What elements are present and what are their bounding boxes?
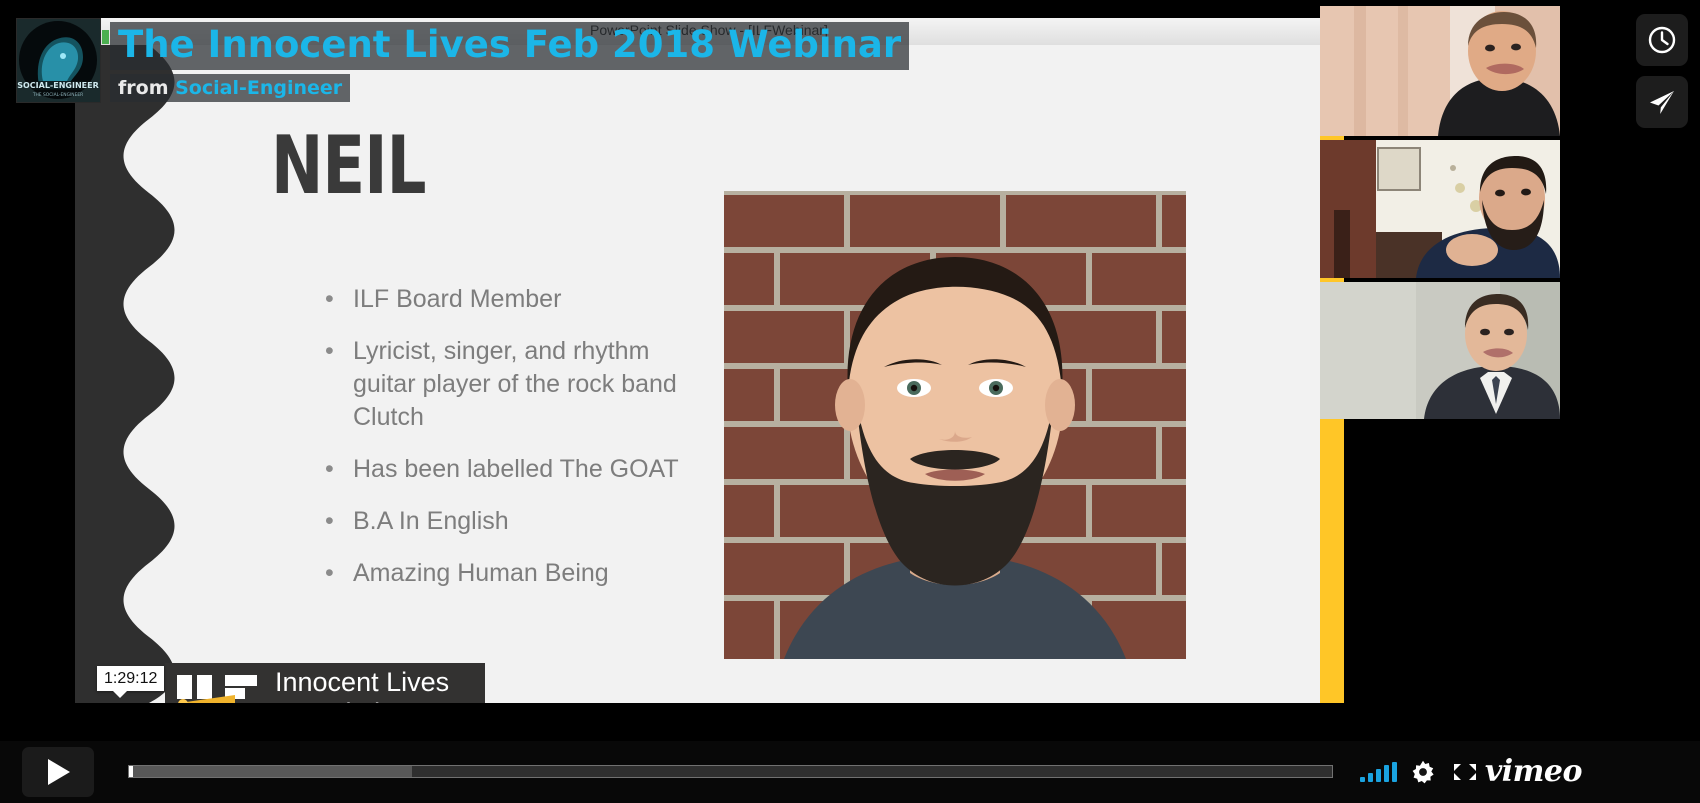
- gear-icon: [1412, 760, 1434, 784]
- list-item: • B.A In English: [325, 505, 705, 538]
- bullet-marker-icon: •: [325, 455, 334, 483]
- volume-bars-icon: [1360, 762, 1400, 782]
- ilf-mark-icon: [175, 673, 267, 703]
- play-icon: [48, 759, 70, 785]
- paper-plane-icon: [1650, 91, 1674, 114]
- progress-loaded: [129, 766, 412, 777]
- presentation-slide: NEIL • ILF Board Member • Lyricist, sing…: [75, 45, 1400, 703]
- fullscreen-button[interactable]: [1452, 741, 1478, 803]
- list-item: • ILF Board Member: [325, 283, 705, 316]
- innocent-lives-foundation-logo: Innocent Lives Foundation: [165, 663, 485, 703]
- scrubber-time-tooltip: 1:29:12: [97, 666, 165, 698]
- list-item: • Lyricist, singer, and rhythm guitar pl…: [325, 335, 705, 434]
- powerpoint-titlebar: PowerPoint Slide Show - [ILFWebinar]: [75, 18, 1400, 46]
- participant-tile-2: [1320, 140, 1560, 278]
- progress-scrubber[interactable]: [128, 765, 1333, 778]
- bullet-marker-icon: •: [325, 337, 334, 365]
- progress-played: [129, 766, 134, 777]
- bullet-marker-icon: •: [325, 285, 334, 313]
- powerpoint-window-title: PowerPoint Slide Show - [ILFWebinar]: [590, 22, 828, 38]
- bullet-marker-icon: •: [325, 559, 334, 587]
- vimeo-logo[interactable]: vimeo: [1485, 741, 1583, 803]
- watch-later-button[interactable]: [1636, 14, 1688, 66]
- settings-button[interactable]: [1411, 741, 1435, 803]
- player-controls-bar: vimeo: [0, 741, 1700, 803]
- slide-bullet-list: • ILF Board Member • Lyricist, singer, a…: [325, 283, 705, 609]
- shared-screen-window: PowerPoint Slide Show - [ILFWebinar] NEI…: [75, 18, 1400, 703]
- fullscreen-icon: [1454, 764, 1476, 780]
- play-button[interactable]: [22, 747, 94, 797]
- slide-heading: NEIL: [271, 119, 426, 214]
- ilf-logo-text: Innocent Lives Foundation: [275, 667, 450, 703]
- slide-portrait-photo: [724, 191, 1186, 659]
- participant-tile-1: [1320, 6, 1560, 136]
- participant-tile-3: [1320, 282, 1560, 419]
- volume-button[interactable]: [1360, 741, 1400, 803]
- list-item: • Has been labelled The GOAT: [325, 453, 705, 486]
- clock-icon: [1648, 26, 1676, 54]
- share-button[interactable]: [1636, 76, 1688, 128]
- participant-tiles: [1320, 0, 1560, 420]
- list-item: • Amazing Human Being: [325, 557, 705, 590]
- vimeo-player: PowerPoint Slide Show - [ILFWebinar] NEI…: [0, 0, 1700, 803]
- bullet-marker-icon: •: [325, 507, 334, 535]
- slide-scallop-decoration: [75, 45, 175, 703]
